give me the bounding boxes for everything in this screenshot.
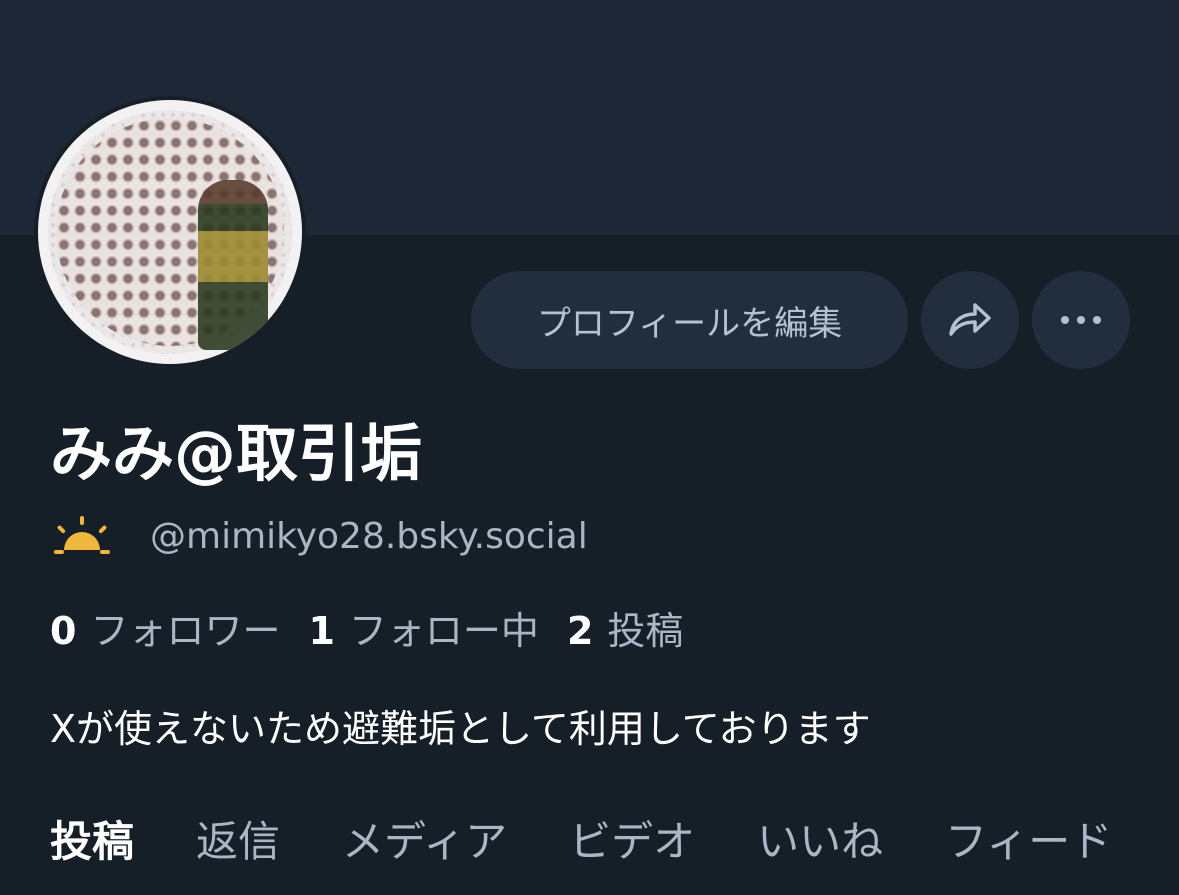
share-button[interactable] [921,271,1019,369]
sun-icon [54,516,110,554]
avatar-character [198,180,268,350]
avatar[interactable] [34,96,306,368]
display-name: みみ@取引垢 [50,417,423,490]
posts-count: 2 [566,609,594,653]
more-button[interactable] [1032,271,1130,369]
tab-posts[interactable]: 投稿 [50,808,134,869]
profile-bio: Xが使えないため避難垢として利用しております [50,707,871,751]
tab-feeds[interactable]: フィード [945,808,1112,869]
handle-row: @mimikyo28.bsky.social [50,508,588,564]
profile-stats: 0 フォロワー 1 フォロー中 2 投稿 [50,600,711,655]
profile-tabs: 投稿 返信 メディア ビデオ いいね フィード [50,810,1174,866]
share-arrow-icon [949,303,991,336]
followers-count[interactable]: 0 [50,609,76,653]
tab-likes[interactable]: いいね [757,808,883,869]
more-horizontal-icon [1061,316,1101,324]
user-handle[interactable]: @mimikyo28.bsky.social [150,516,588,557]
tab-replies[interactable]: 返信 [196,808,280,869]
followers-label[interactable]: フォロワー [90,600,280,655]
following-count[interactable]: 1 [308,609,334,653]
tab-videos[interactable]: ビデオ [569,808,695,869]
avatar-image [38,100,302,364]
edit-profile-label: プロフィールを編集 [536,303,843,344]
following-label[interactable]: フォロー中 [349,600,539,655]
posts-label: 投稿 [607,609,684,653]
tab-media[interactable]: メディア [342,808,507,869]
edit-profile-button[interactable]: プロフィールを編集 [471,271,908,369]
